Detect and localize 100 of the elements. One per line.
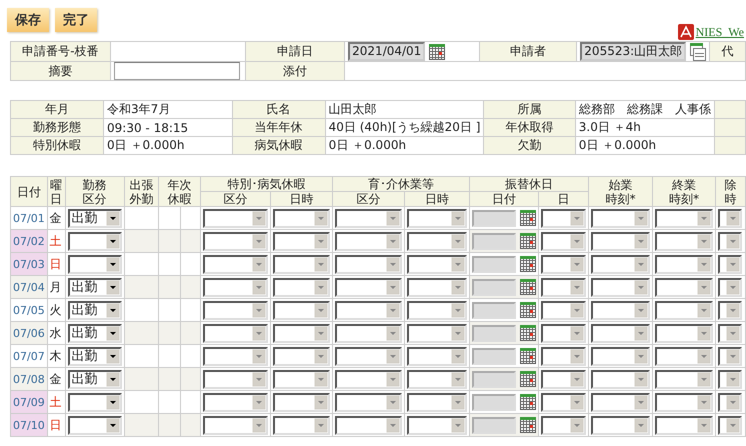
dropdown[interactable] [718, 254, 742, 274]
dropdown[interactable] [407, 346, 468, 366]
dropdown[interactable] [655, 300, 714, 320]
dropdown[interactable] [541, 416, 586, 434]
dropdown[interactable] [203, 324, 268, 342]
dropdown[interactable] [591, 278, 650, 296]
dropdown[interactable] [273, 208, 330, 228]
dropdown[interactable]: 出勤 [68, 300, 122, 320]
dropdown[interactable] [718, 300, 742, 320]
dropdown[interactable] [335, 324, 402, 342]
dropdown[interactable] [655, 232, 714, 250]
dropdown[interactable] [407, 392, 468, 412]
dropdown[interactable] [407, 370, 468, 388]
dropdown[interactable] [68, 392, 122, 412]
calendar-icon[interactable] [520, 417, 536, 433]
dropdown[interactable] [718, 324, 742, 342]
dropdown[interactable] [335, 254, 402, 274]
dropdown[interactable]: 出勤 [68, 346, 122, 366]
date-input[interactable] [472, 370, 516, 388]
dropdown[interactable] [655, 416, 714, 434]
calendar-icon[interactable] [429, 44, 446, 60]
dropdown[interactable] [591, 346, 650, 366]
dropdown[interactable] [407, 278, 468, 296]
calendar-icon[interactable] [520, 302, 536, 318]
dropdown[interactable] [541, 370, 586, 388]
date-input[interactable] [472, 348, 516, 364]
dropdown[interactable] [203, 370, 268, 388]
applicant-field[interactable]: 205523:山田太郎 [580, 42, 686, 61]
dropdown[interactable] [273, 392, 330, 412]
date-input[interactable] [472, 256, 516, 272]
dropdown[interactable] [591, 254, 650, 274]
dropdown[interactable] [335, 208, 402, 228]
dropdown[interactable] [541, 232, 586, 250]
dropdown[interactable] [203, 300, 268, 320]
dropdown[interactable]: 出勤 [68, 324, 122, 342]
dropdown[interactable] [591, 392, 650, 412]
dropdown[interactable] [273, 324, 330, 342]
dropdown[interactable] [407, 232, 468, 250]
date-input[interactable] [472, 394, 516, 410]
dropdown[interactable] [718, 346, 742, 366]
dropdown[interactable] [203, 392, 268, 412]
dropdown[interactable] [541, 208, 586, 228]
dropdown[interactable] [655, 208, 714, 228]
dropdown[interactable] [335, 370, 402, 388]
summary-input[interactable] [114, 62, 240, 80]
dropdown[interactable] [718, 278, 742, 296]
dropdown[interactable] [335, 232, 402, 250]
date-input[interactable] [472, 278, 516, 296]
dropdown[interactable] [407, 208, 468, 228]
dropdown[interactable] [203, 232, 268, 250]
date-input[interactable] [472, 416, 516, 434]
date-input[interactable] [472, 232, 516, 250]
dropdown[interactable] [407, 254, 468, 274]
pdf-link[interactable]: NIES_We [678, 24, 744, 40]
dropdown[interactable] [718, 416, 742, 434]
dropdown[interactable] [591, 232, 650, 250]
date-field[interactable]: 2021/04/01 [348, 42, 426, 61]
dropdown[interactable] [591, 208, 650, 228]
dropdown[interactable] [541, 346, 586, 366]
toolbar-button[interactable]: 完了 [55, 8, 97, 32]
dropdown[interactable] [718, 370, 742, 388]
dropdown[interactable] [203, 416, 268, 434]
toolbar-button[interactable]: 保存 [7, 8, 49, 32]
dropdown[interactable] [203, 254, 268, 274]
dropdown[interactable] [273, 278, 330, 296]
dropdown[interactable] [655, 392, 714, 412]
dropdown[interactable] [335, 346, 402, 366]
dropdown[interactable]: 出勤 [68, 370, 122, 388]
dropdown[interactable] [68, 254, 122, 274]
dropdown[interactable] [407, 416, 468, 434]
dropdown[interactable] [335, 300, 402, 320]
dropdown[interactable] [541, 324, 586, 342]
calendar-icon[interactable] [520, 348, 536, 364]
dropdown[interactable] [335, 278, 402, 296]
dropdown[interactable] [203, 346, 268, 366]
dropdown[interactable] [655, 370, 714, 388]
date-input[interactable] [472, 302, 516, 318]
dropdown[interactable] [203, 278, 268, 296]
dropdown[interactable] [591, 370, 650, 388]
dropdown[interactable] [68, 416, 122, 434]
date-input[interactable] [472, 324, 516, 342]
dropdown[interactable] [541, 278, 586, 296]
calendar-icon[interactable] [520, 371, 536, 387]
calendar-icon[interactable] [520, 233, 536, 249]
dropdown[interactable] [591, 300, 650, 320]
dropdown[interactable] [335, 392, 402, 412]
dropdown[interactable] [68, 232, 122, 250]
list-picker-icon[interactable] [690, 42, 706, 60]
dropdown[interactable] [273, 346, 330, 366]
calendar-icon[interactable] [520, 256, 536, 272]
dropdown[interactable] [273, 416, 330, 434]
dropdown[interactable] [203, 208, 268, 228]
dropdown[interactable] [591, 324, 650, 342]
dropdown[interactable] [407, 300, 468, 320]
dropdown[interactable] [655, 254, 714, 274]
dropdown[interactable] [718, 392, 742, 412]
dropdown[interactable] [591, 416, 650, 434]
calendar-icon[interactable] [520, 325, 536, 341]
dropdown[interactable] [718, 208, 742, 228]
dropdown[interactable] [273, 370, 330, 388]
